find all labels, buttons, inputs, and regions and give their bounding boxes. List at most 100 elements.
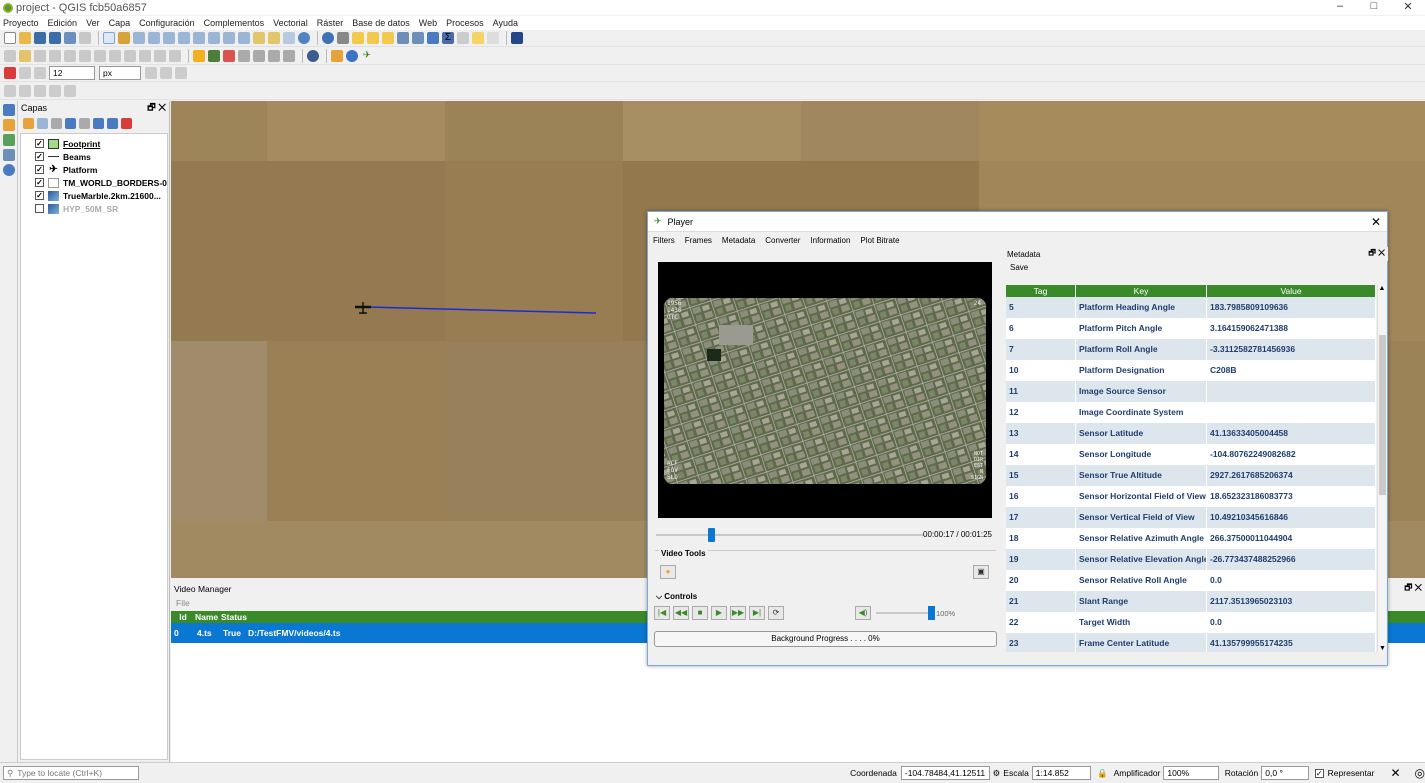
layer-checkbox[interactable]: ✓	[35, 178, 44, 187]
table-row[interactable]: 18 Sensor Relative Azimuth Angle 266.37500…	[1006, 528, 1376, 549]
identify-icon[interactable]	[322, 32, 334, 44]
map-tips-icon[interactable]	[472, 32, 484, 44]
table-row[interactable]: 21 Slant Range 2117.3513965023103	[1006, 591, 1376, 612]
table-row[interactable]: 17 Sensor Vertical Field of View 10.492103…	[1006, 507, 1376, 528]
add-csv-icon[interactable]	[3, 134, 15, 146]
style-manager-icon[interactable]	[23, 117, 34, 129]
table-row[interactable]: 11 Image Source Sensor	[1006, 381, 1376, 402]
new-map-view-icon[interactable]	[253, 32, 265, 44]
messages-icon[interactable]: ✕	[1390, 766, 1400, 780]
layer-item-footprint[interactable]: ✓ Footprint	[21, 137, 167, 150]
player-menu-converter[interactable]: Converter	[765, 236, 800, 245]
topology-icon[interactable]	[145, 67, 157, 79]
layer-checkbox[interactable]: ✓	[35, 165, 44, 174]
add-group-icon[interactable]	[37, 117, 48, 129]
move-label-icon[interactable]	[238, 50, 250, 62]
move-feature-icon[interactable]	[79, 50, 91, 62]
refresh-icon[interactable]	[298, 32, 310, 44]
tolerance-icon[interactable]	[34, 67, 46, 79]
metadata-scrollbar[interactable]: ▲ ▼	[1377, 285, 1386, 652]
volume-icon[interactable]: ◀)	[855, 606, 871, 620]
python-console-icon[interactable]	[307, 50, 319, 62]
layer-item-world-borders[interactable]: ✓ TM_WORLD_BORDERS-0.3	[21, 176, 167, 189]
crs-icon[interactable]: ◎	[1415, 766, 1425, 780]
stop-icon[interactable]: ■	[692, 606, 708, 620]
filter-expression-icon[interactable]	[79, 117, 90, 129]
column-header-status[interactable]: Status	[221, 612, 251, 622]
zoom-native-icon[interactable]	[208, 32, 220, 44]
add-polygon-icon[interactable]	[64, 85, 76, 97]
toggle-editing-icon[interactable]	[19, 50, 31, 62]
panel-float-close-buttons[interactable]: 🗗 ✕	[1404, 582, 1422, 596]
menu-capa[interactable]: Capa	[109, 18, 131, 28]
measure-icon[interactable]	[457, 32, 469, 44]
cut-features-icon[interactable]	[109, 50, 121, 62]
magnet-icon[interactable]	[4, 67, 16, 79]
skip-end-icon[interactable]: ▶|	[749, 606, 765, 620]
zoom-selection-icon[interactable]	[178, 32, 190, 44]
font-size-field[interactable]: 12	[49, 66, 95, 80]
column-header-key[interactable]: Key	[1076, 285, 1207, 297]
menu-raster[interactable]: Ráster	[317, 18, 344, 28]
save-as-icon[interactable]	[49, 32, 61, 44]
loop-icon[interactable]: ⟳	[768, 606, 784, 620]
fast-forward-icon[interactable]: ▶▶	[730, 606, 746, 620]
scale-combo[interactable]: 1:14.852	[1031, 766, 1092, 780]
column-header-value[interactable]: Value	[1207, 285, 1376, 297]
player-close-button[interactable]: ✕	[1371, 215, 1381, 229]
zoom-layer-icon[interactable]	[193, 32, 205, 44]
print-layout-icon[interactable]	[64, 32, 76, 44]
field-calculator-icon[interactable]	[412, 32, 424, 44]
open-project-icon[interactable]	[19, 32, 31, 44]
table-row[interactable]: 12 Image Coordinate System	[1006, 402, 1376, 423]
player-menu-frames[interactable]: Frames	[685, 236, 712, 245]
menu-web[interactable]: Web	[419, 18, 437, 28]
deselect-icon[interactable]	[382, 32, 394, 44]
player-menu-plot-bitrate[interactable]: Plot Bitrate	[860, 236, 899, 245]
manage-map-themes-icon[interactable]	[51, 117, 62, 129]
skip-start-icon[interactable]: |◀	[654, 606, 670, 620]
select-by-value-icon[interactable]	[367, 32, 379, 44]
menu-configuracion[interactable]: Configuración	[139, 18, 195, 28]
pan-to-selection-icon[interactable]	[118, 32, 130, 44]
player-menu-filters[interactable]: Filters	[653, 236, 675, 245]
remove-layer-icon[interactable]	[121, 117, 132, 129]
coordinate-field[interactable]: -104.78484,41.12511	[900, 766, 990, 780]
layer-item-platform[interactable]: ✓ ✈ Platform	[21, 163, 167, 176]
column-header-id[interactable]: Id	[171, 612, 195, 622]
layer-item-truemarble[interactable]: ✓ TrueMarble.2km.21600...	[21, 189, 167, 202]
add-circle-icon[interactable]	[19, 85, 31, 97]
table-row[interactable]: 6 Platform Pitch Angle 3.164159062471388	[1006, 318, 1376, 339]
fmv-plugin-icon[interactable]	[331, 50, 343, 62]
rotation-spin[interactable]: 0,0 °	[1261, 766, 1309, 780]
video-manager-file-menu[interactable]: File	[176, 598, 190, 608]
vertex-tool-icon[interactable]	[64, 50, 76, 62]
filter-legend-icon[interactable]	[65, 117, 76, 129]
pan-icon[interactable]	[103, 32, 115, 44]
attribute-table-icon[interactable]	[397, 32, 409, 44]
table-row[interactable]: 23 Frame Center Latitude 41.13579995517423…	[1006, 633, 1376, 652]
snapping-mode-icon[interactable]	[19, 67, 31, 79]
maximize-button[interactable]: □	[1357, 0, 1391, 13]
bookmark-icon[interactable]	[268, 32, 280, 44]
table-row[interactable]: 22 Target Width 0.0	[1006, 612, 1376, 633]
menu-complementos[interactable]: Complementos	[204, 18, 265, 28]
run-action-icon[interactable]	[337, 32, 349, 44]
metadata-float-close-buttons[interactable]: 🗗 ✕	[1368, 247, 1385, 261]
player-menu-metadata[interactable]: Metadata	[722, 236, 755, 245]
add-rectangle-icon[interactable]	[49, 85, 61, 97]
seek-bar[interactable]: 00:00:17 / 00:01:25	[654, 527, 994, 542]
save-edits-icon[interactable]	[34, 50, 46, 62]
layout-manager-icon[interactable]	[79, 32, 91, 44]
trace-icon[interactable]	[175, 67, 187, 79]
column-header-tag[interactable]: Tag	[1006, 285, 1076, 297]
add-shape-icon[interactable]	[4, 85, 16, 97]
video-tool-left-icon[interactable]: ●	[660, 565, 676, 579]
text-annotation-icon[interactable]	[487, 32, 499, 44]
seek-handle[interactable]	[708, 528, 716, 542]
menu-proyecto[interactable]: Proyecto	[3, 18, 39, 28]
delete-selected-icon[interactable]	[94, 50, 106, 62]
add-spatialite-icon[interactable]	[3, 149, 15, 161]
layer-item-hyp[interactable]: HYP_50M_SR	[21, 202, 167, 215]
layer-checkbox[interactable]	[35, 204, 44, 213]
